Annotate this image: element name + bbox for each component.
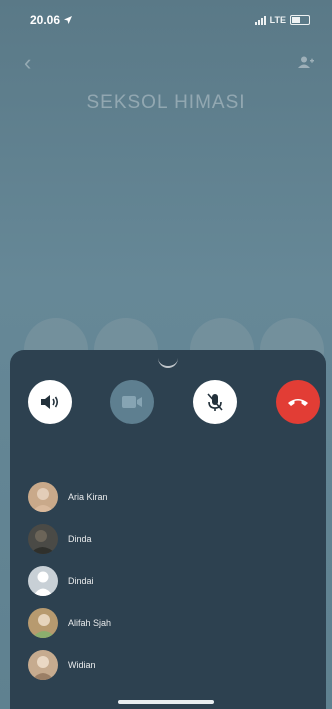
signal-icon [254, 15, 266, 25]
avatar [28, 566, 58, 596]
drag-handle[interactable] [158, 358, 178, 368]
network-label: LTE [269, 15, 286, 25]
participant-item[interactable]: Aria Kiran [28, 476, 314, 518]
participant-item[interactable]: Alifah Sjah [28, 602, 314, 644]
participant-name: Aria Kiran [68, 492, 108, 502]
back-icon[interactable]: ‹ [24, 52, 31, 74]
end-call-button[interactable] [276, 380, 320, 424]
status-bar: 20.06 LTE [0, 0, 332, 40]
add-participant-icon[interactable] [297, 55, 314, 71]
mute-icon [207, 393, 223, 411]
group-name: SEKSOL HIMASI [86, 92, 246, 113]
call-controls-panel: Aria Kiran Dinda Dindai Alifah Sjah Widi… [10, 350, 326, 709]
avatar [28, 524, 58, 554]
avatar [28, 482, 58, 512]
participant-item[interactable]: Dinda [28, 518, 314, 560]
participant-name: Widian [68, 660, 96, 670]
participant-item[interactable]: Dindai [28, 560, 314, 602]
status-left: 20.06 [30, 13, 73, 27]
status-time: 20.06 [30, 13, 61, 27]
participant-list: Aria Kiran Dinda Dindai Alifah Sjah Widi… [28, 476, 314, 686]
avatar [28, 650, 58, 680]
call-top-bar: ‹ [0, 48, 332, 78]
avatar [28, 608, 58, 638]
participants-header [28, 456, 310, 466]
home-indicator[interactable] [118, 700, 214, 704]
speaker-icon [41, 395, 59, 409]
status-right: LTE [254, 15, 310, 25]
location-arrow-icon [64, 16, 73, 24]
video-button[interactable] [110, 380, 154, 424]
battery-icon [290, 15, 310, 25]
participant-name: Dindai [68, 576, 94, 586]
participant-name: Alifah Sjah [68, 618, 112, 628]
mute-button[interactable] [193, 380, 237, 424]
speaker-button[interactable] [28, 380, 72, 424]
call-controls [10, 380, 326, 430]
end-call-icon [288, 399, 308, 406]
call-screen: 20.06 LTE ‹ SEKSOL HIMASI Aria Kiran Din… [0, 0, 332, 709]
participant-item[interactable]: Widian [28, 644, 314, 686]
participant-name: Dinda [68, 534, 92, 544]
video-icon [122, 396, 142, 408]
